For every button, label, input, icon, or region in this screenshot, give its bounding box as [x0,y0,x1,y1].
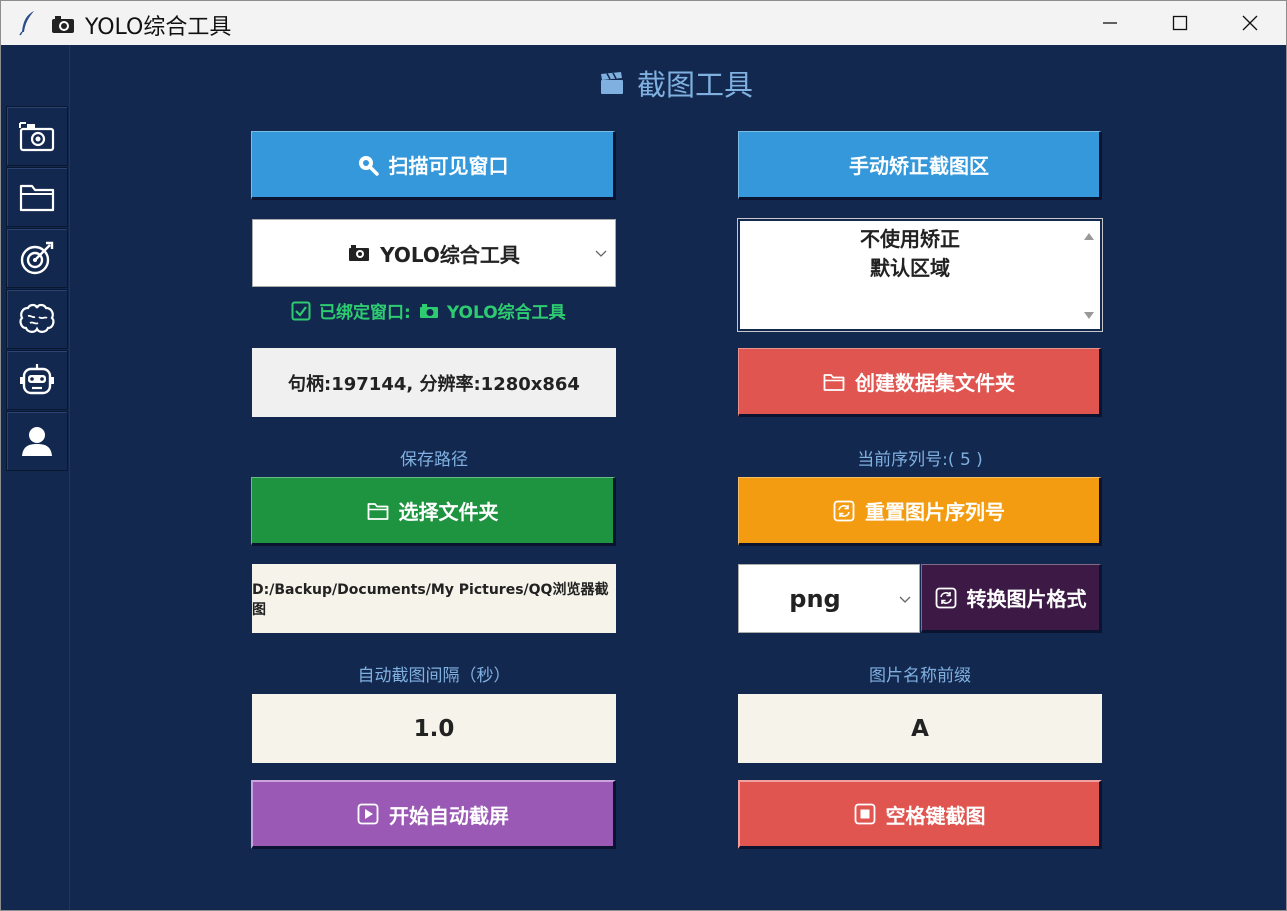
bound-status: 已绑定窗口: YOLO综合工具 [291,298,566,323]
prefix-label: 图片名称前缀 [869,666,971,686]
refresh-icon [935,587,956,608]
format-select[interactable]: png [738,564,920,633]
target-icon [20,241,54,275]
choose-folder-button[interactable]: 选择文件夹 [251,477,616,546]
window-select[interactable]: YOLO综合工具 [252,219,616,287]
close-button[interactable] [1215,1,1285,45]
prefix-value: A [911,715,929,742]
serial-number-label: 当前序列号:( 5 ) [857,450,983,470]
create-dataset-button[interactable]: 创建数据集文件夹 [738,348,1102,417]
correction-listbox[interactable]: 不使用矫正 默认区域 [738,219,1102,331]
sidebar [1,45,70,910]
sidebar-item-target[interactable] [6,228,68,288]
bound-window-name: YOLO综合工具 [446,303,566,323]
brain-icon [19,303,55,333]
prefix-input[interactable]: A [738,694,1102,763]
start-auto-capture-label: 开始自动截屏 [389,803,509,828]
scan-windows-button[interactable]: 扫描可见窗口 [251,131,616,200]
stop-icon [854,803,875,825]
save-path-label: 保存路径 [400,450,468,470]
checkbox-checked-icon [291,301,311,320]
camera-screenshot-icon [19,122,55,152]
user-icon [22,427,52,456]
handle-info: 句柄:197144, 分辨率:1280x864 [252,348,616,417]
refresh-icon [833,500,855,521]
maximize-icon [1172,15,1188,31]
reset-serial-label: 重置图片序列号 [865,500,1005,524]
manual-correct-button[interactable]: 手动矫正截图区 [738,131,1102,200]
sidebar-item-robot[interactable] [6,350,68,410]
page-heading: 截图工具 [599,63,753,103]
sidebar-item-brain[interactable] [6,289,68,349]
sidebar-item-screenshot[interactable] [6,106,68,166]
format-select-value: png [789,584,841,613]
robot-icon [20,364,54,395]
space-capture-label: 空格键截图 [885,803,986,828]
start-auto-capture-button[interactable]: 开始自动截屏 [251,780,616,849]
save-path-field[interactable]: D:/Backup/Documents/My Pictures/QQ浏览器截图 [252,564,616,633]
minimize-icon [1103,22,1117,24]
create-dataset-label: 创建数据集文件夹 [855,371,1015,395]
scan-windows-label: 扫描可见窗口 [388,154,509,178]
page-title: 截图工具 [637,68,754,102]
scroll-up-icon[interactable] [1083,231,1095,241]
interval-label: 自动截图间隔（秒） [357,666,511,686]
folder-icon [19,184,55,212]
maximize-button[interactable] [1145,1,1215,45]
reset-serial-button[interactable]: 重置图片序列号 [738,477,1102,546]
listbox-scrollbar[interactable] [1080,223,1098,327]
bound-status-label: 已绑定窗口: [319,303,411,323]
convert-format-button[interactable]: 转换图片格式 [921,564,1102,633]
clapperboard-icon [601,72,623,94]
window-title: YOLO综合工具 [85,15,232,40]
sidebar-item-user[interactable] [6,411,68,471]
space-capture-button[interactable]: 空格键截图 [738,780,1102,849]
interval-value: 1.0 [413,715,455,742]
list-item[interactable]: 默认区域 [870,254,950,283]
manual-correct-label: 手动矫正截图区 [849,154,989,178]
sidebar-item-folder[interactable] [6,167,68,227]
folder-icon [367,502,388,520]
minimize-button[interactable] [1075,1,1145,45]
close-icon [1242,15,1258,31]
magnifier-icon [358,155,379,176]
play-icon [357,803,379,825]
convert-format-label: 转换图片格式 [966,587,1087,611]
chevron-down-icon [595,250,607,257]
camera-icon [349,245,370,261]
app-window: YOLO综合工具 截图工具 扫描可见窗口 手动矫正截图区 YOLO综合工具 不使… [0,0,1287,911]
folder-icon [823,373,845,391]
choose-folder-label: 选择文件夹 [398,500,499,524]
handle-info-text: 句柄:197144, 分辨率:1280x864 [288,373,580,395]
list-item[interactable]: 不使用矫正 [860,225,960,254]
interval-input[interactable]: 1.0 [252,694,616,763]
title-bar[interactable]: YOLO综合工具 [1,1,1286,45]
save-path-value: D:/Backup/Documents/My Pictures/QQ浏览器截图 [252,581,609,618]
window-select-value: YOLO综合工具 [380,242,520,267]
scroll-down-icon[interactable] [1083,311,1095,321]
camera-icon [52,16,74,33]
camera-icon [419,303,438,318]
feather-icon [19,11,34,36]
chevron-down-icon [899,596,911,603]
